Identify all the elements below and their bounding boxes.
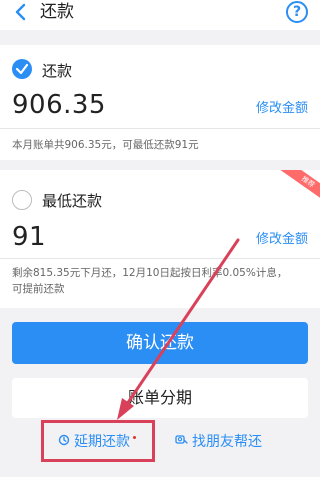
- repay-full-label: 还款: [42, 62, 73, 80]
- repay-full-modify-link[interactable]: 修改金额: [256, 97, 308, 116]
- checked-circle-icon[interactable]: [12, 59, 32, 79]
- repay-min-modify-link[interactable]: 修改金额: [256, 228, 308, 247]
- friend-icon: [175, 432, 188, 452]
- header-bar: 还款 ?: [0, 0, 320, 30]
- annotation-highlight-box: [41, 420, 155, 462]
- friend-help-label: 找朋友帮还: [192, 434, 262, 450]
- repay-full-amount: 906.35: [12, 90, 106, 120]
- divider: [0, 258, 320, 259]
- confirm-repay-button[interactable]: 确认还款: [12, 322, 308, 364]
- page-title: 还款: [40, 2, 74, 22]
- repay-min-option[interactable]: 推荐 最低还款 91 修改金额 剩余815.35元下月还，12月10日起按日利率…: [0, 170, 320, 308]
- unchecked-circle-icon[interactable]: [12, 190, 32, 210]
- installment-button[interactable]: 账单分期: [12, 378, 308, 418]
- divider: [0, 128, 320, 129]
- repay-full-note: 本月账单共906.35元，可最低还款91元: [12, 139, 199, 151]
- repay-min-label: 最低还款: [42, 192, 103, 210]
- back-chevron-icon[interactable]: [12, 2, 30, 22]
- recommend-badge: 推荐: [279, 170, 320, 205]
- friend-help-link[interactable]: 找朋友帮还: [175, 432, 262, 452]
- repay-min-note-line1: 剩余815.35元下月还，12月10日起按日利率0.05%计息，: [12, 267, 288, 279]
- repay-min-amount: 91: [12, 222, 47, 252]
- repay-min-note-line2: 可提前还款: [12, 283, 65, 295]
- repay-full-option[interactable]: 还款 906.35 修改金额 本月账单共906.35元，可最低还款91元: [0, 45, 320, 160]
- help-question-icon[interactable]: ?: [286, 1, 308, 23]
